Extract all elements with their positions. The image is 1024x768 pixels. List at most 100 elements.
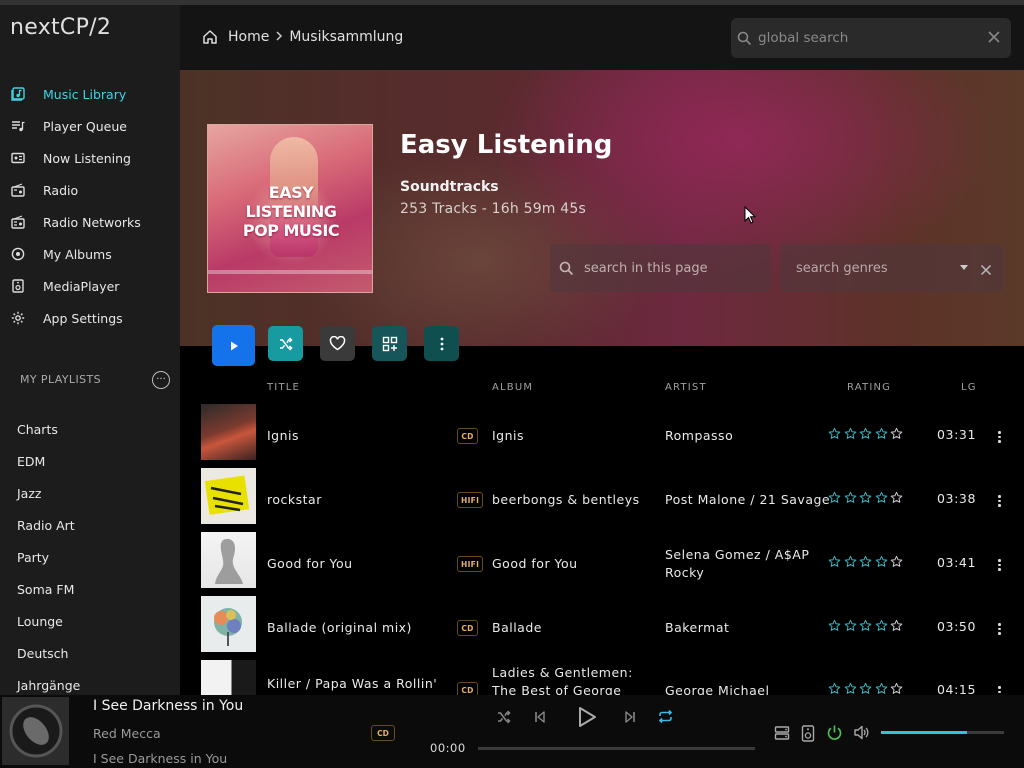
track-album[interactable]: beerbongs & bentleys	[492, 491, 640, 509]
sidebar-item-my-albums[interactable]: My Albums	[0, 238, 180, 270]
track-album[interactable]: Ladies & Gentlemen: The Best of George	[492, 664, 652, 695]
star-icon[interactable]	[859, 427, 872, 440]
star-icon[interactable]	[828, 427, 841, 440]
playlist-item[interactable]: Radio Art	[0, 509, 180, 541]
global-search-input[interactable]: global search	[731, 18, 1011, 58]
track-artist[interactable]: Post Malone / 21 Savage	[665, 491, 830, 509]
playlist-item[interactable]: EDM	[0, 445, 180, 477]
star-icon[interactable]	[890, 491, 903, 504]
column-header-rating[interactable]: RATING	[847, 382, 891, 393]
chevron-down-icon[interactable]	[960, 265, 968, 270]
playlist-item[interactable]: Deutsch	[0, 637, 180, 669]
now-playing-cover[interactable]	[2, 697, 69, 765]
previous-track-icon[interactable]	[533, 710, 547, 724]
rating-stars[interactable]	[828, 491, 906, 504]
track-album[interactable]: Ballade	[492, 619, 542, 637]
playlist-item[interactable]: Jahrgänge	[0, 669, 180, 695]
table-row[interactable]: Ballade (original mix) CD Ballade Bakerm…	[180, 596, 1024, 660]
star-icon[interactable]	[875, 682, 888, 695]
star-icon[interactable]	[844, 491, 857, 504]
sidebar-item-app-settings[interactable]: App Settings	[0, 302, 180, 334]
home-icon[interactable]	[202, 29, 218, 45]
shuffle-icon[interactable]	[496, 709, 512, 725]
progress-bar[interactable]	[478, 747, 755, 750]
playlist-item[interactable]: Soma FM	[0, 573, 180, 605]
page-search-input[interactable]: search in this page	[550, 244, 771, 292]
table-row[interactable]: Good for You HIFI Good for You Selena Go…	[180, 532, 1024, 596]
volume-icon[interactable]	[853, 725, 870, 744]
genre-select[interactable]: search genres	[780, 244, 1003, 292]
playlist-item[interactable]: Charts	[0, 413, 180, 445]
star-icon[interactable]	[844, 619, 857, 632]
column-header-length[interactable]: LG	[961, 382, 977, 393]
track-album[interactable]: Good for You	[492, 555, 578, 573]
speaker-icon[interactable]	[801, 725, 815, 746]
table-row[interactable]: Killer / Papa Was a Rollin' CD Ladies & …	[180, 660, 1024, 695]
star-icon[interactable]	[890, 427, 903, 440]
track-album[interactable]: Ignis	[492, 427, 524, 445]
more-options-button[interactable]	[424, 326, 459, 361]
device-list-icon[interactable]	[774, 725, 790, 745]
star-icon[interactable]	[875, 619, 888, 632]
star-icon[interactable]	[844, 427, 857, 440]
now-playing-artist[interactable]: Red Mecca	[93, 726, 161, 741]
star-icon[interactable]	[890, 619, 903, 632]
column-header-artist[interactable]: ARTIST	[665, 382, 707, 393]
favorite-button[interactable]	[320, 326, 355, 361]
play-all-button[interactable]	[212, 325, 255, 366]
rating-stars[interactable]	[828, 619, 906, 632]
star-icon[interactable]	[890, 682, 903, 695]
star-icon[interactable]	[859, 682, 872, 695]
breadcrumb-home[interactable]: Home	[228, 29, 269, 45]
power-icon[interactable]	[826, 724, 843, 745]
column-header-album[interactable]: ALBUM	[492, 382, 533, 393]
rating-stars[interactable]	[828, 555, 906, 568]
playlists-more-icon[interactable]: ···	[152, 371, 170, 389]
shuffle-button[interactable]	[268, 326, 303, 361]
track-artist[interactable]: George Michael	[665, 682, 769, 695]
star-icon[interactable]	[828, 491, 841, 504]
star-icon[interactable]	[844, 555, 857, 568]
row-more-icon[interactable]	[998, 686, 1002, 695]
row-more-icon[interactable]	[998, 623, 1002, 637]
track-artist[interactable]: Rompasso	[665, 427, 733, 445]
star-icon[interactable]	[828, 555, 841, 568]
sidebar-item-radio-networks[interactable]: Radio Networks	[0, 206, 180, 238]
row-more-icon[interactable]	[998, 559, 1002, 573]
clear-genre-icon[interactable]	[980, 261, 992, 280]
track-artist[interactable]: Bakermat	[665, 619, 729, 637]
rating-stars[interactable]	[828, 682, 906, 695]
row-more-icon[interactable]	[998, 431, 1002, 445]
star-icon[interactable]	[844, 682, 857, 695]
now-playing-album[interactable]: I See Darkness in You	[93, 751, 227, 766]
repeat-icon[interactable]	[657, 708, 674, 725]
column-header-title[interactable]: TITLE	[267, 382, 300, 393]
star-icon[interactable]	[859, 619, 872, 632]
star-icon[interactable]	[875, 555, 888, 568]
sidebar-item-now-listening[interactable]: Now Listening	[0, 142, 180, 174]
star-icon[interactable]	[890, 555, 903, 568]
sidebar-item-radio[interactable]: Radio	[0, 174, 180, 206]
add-to-queue-button[interactable]	[372, 326, 407, 361]
row-more-icon[interactable]	[998, 495, 1002, 509]
volume-slider[interactable]	[881, 731, 1004, 734]
star-icon[interactable]	[828, 682, 841, 695]
star-icon[interactable]	[875, 491, 888, 504]
sidebar-item-mediaplayer[interactable]: MediaPlayer	[0, 270, 180, 302]
table-row[interactable]: Ignis CD Ignis Rompasso 03:31	[180, 404, 1024, 468]
play-icon[interactable]	[576, 705, 598, 729]
sidebar-item-music-library[interactable]: Music Library	[0, 78, 180, 110]
playlist-item[interactable]: Lounge	[0, 605, 180, 637]
breadcrumb-current[interactable]: Musiksammlung	[289, 29, 403, 45]
star-icon[interactable]	[828, 619, 841, 632]
playlist-item[interactable]: Jazz	[0, 477, 180, 509]
star-icon[interactable]	[875, 427, 888, 440]
next-track-icon[interactable]	[623, 710, 637, 724]
clear-search-icon[interactable]	[987, 29, 1001, 48]
playlist-item[interactable]: Party	[0, 541, 180, 573]
sidebar-item-player-queue[interactable]: Player Queue	[0, 110, 180, 142]
track-artist[interactable]: Selena Gomez / A$AP Rocky	[665, 546, 835, 582]
rating-stars[interactable]	[828, 427, 906, 440]
star-icon[interactable]	[859, 555, 872, 568]
table-row[interactable]: rockstar HIFI beerbongs & bentleys Post …	[180, 468, 1024, 532]
